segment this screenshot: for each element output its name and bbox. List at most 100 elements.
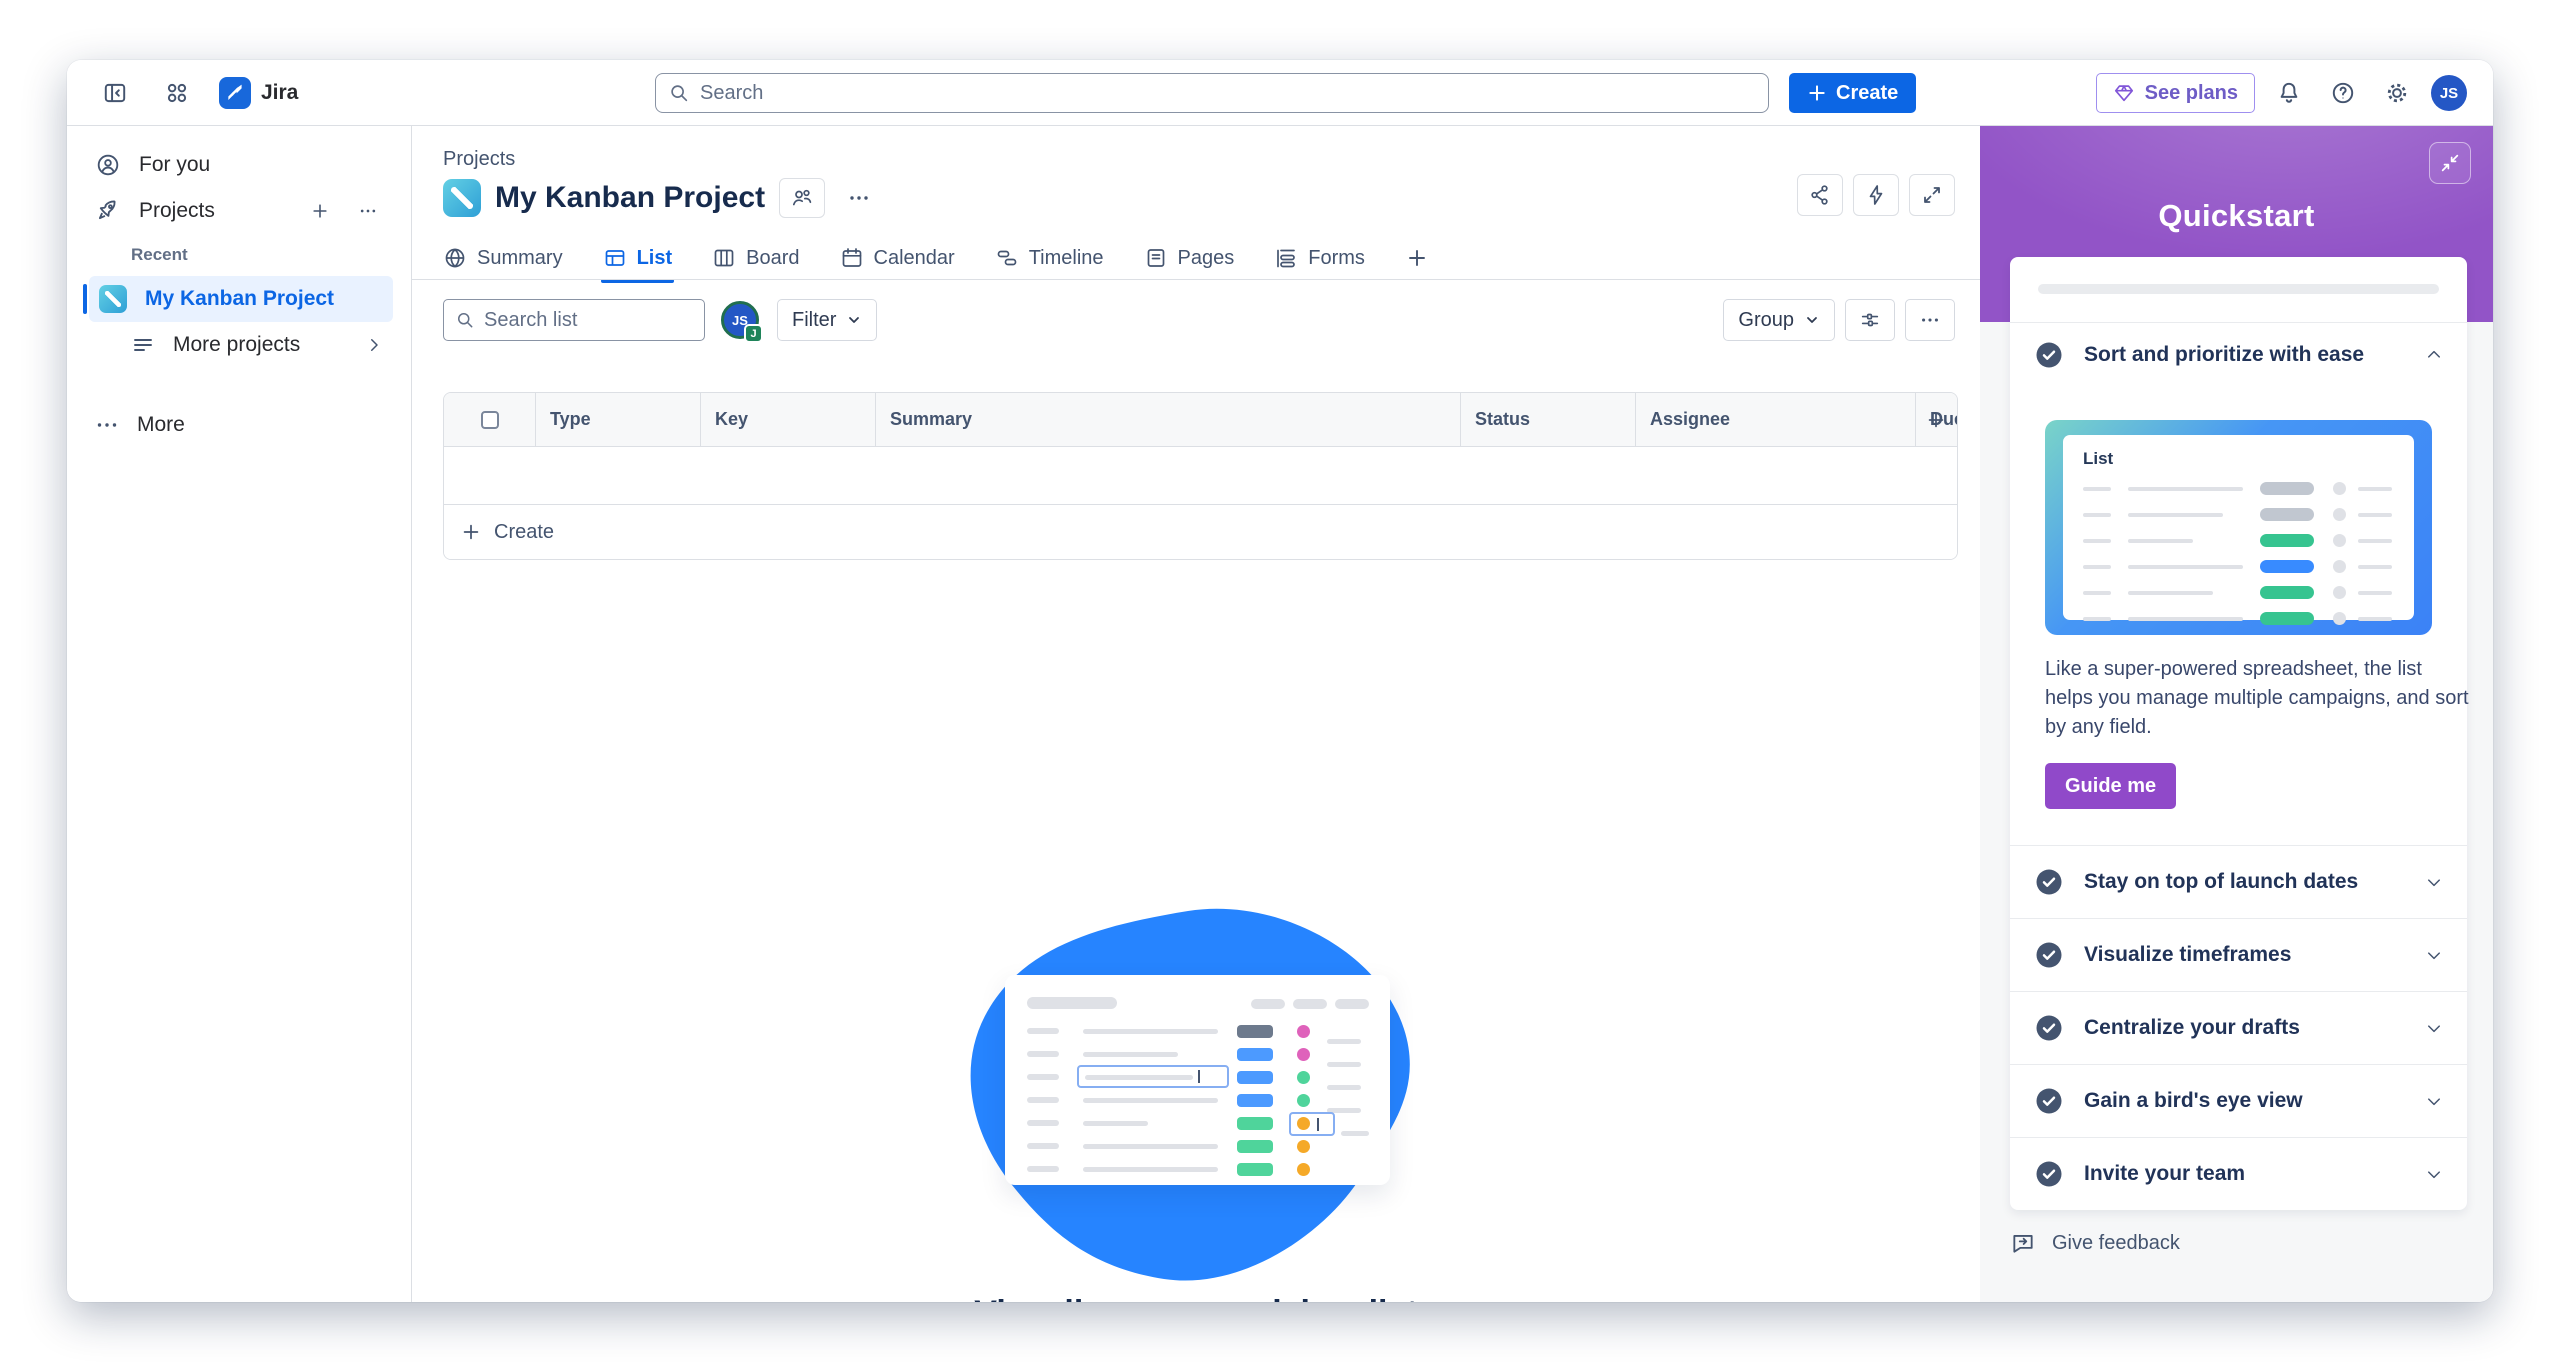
quickstart-section-label: Visualize timeframes (2084, 943, 2405, 967)
lightning-icon (1864, 183, 1888, 207)
chevron-down-icon (2425, 1019, 2443, 1037)
screen: Jira Create See p (0, 0, 2560, 1365)
quickstart-collapse-button[interactable] (2429, 142, 2471, 184)
create-button[interactable]: Create (1789, 73, 1916, 113)
jira-app-window: Jira Create See p (67, 60, 2493, 1302)
forms-icon (1274, 246, 1298, 270)
add-project-button[interactable] (305, 196, 335, 226)
feedback-bubble-icon (2010, 1230, 2036, 1256)
table-create-label: Create (494, 521, 554, 544)
rocket-icon (95, 198, 121, 224)
fullscreen-button[interactable] (1909, 174, 1955, 216)
automation-button[interactable] (1853, 174, 1899, 216)
filter-dropdown[interactable]: Filter (777, 299, 877, 341)
search-icon (455, 310, 475, 330)
list-search-input[interactable] (484, 309, 693, 332)
projects-more-button[interactable] (353, 196, 383, 226)
manage-people-button[interactable] (779, 178, 825, 218)
tab-label: Board (746, 247, 799, 270)
search-icon (668, 82, 690, 104)
tab-board[interactable]: Board (712, 236, 799, 280)
quickstart-panel: Quickstart Sort and prioritize with eas (1980, 126, 2493, 1302)
settings-button[interactable] (2377, 73, 2417, 113)
see-plans-button[interactable]: See plans (2096, 73, 2255, 113)
check-circle-icon (2034, 1013, 2064, 1043)
illustration-list-card (1005, 975, 1390, 1185)
list-illustration-card: List (2063, 435, 2414, 620)
sidebar-item-more-projects[interactable]: More projects (85, 322, 393, 368)
sidebar-item-projects[interactable]: Projects (85, 188, 393, 234)
plus-icon (1807, 83, 1827, 103)
list-more-button[interactable] (1905, 299, 1955, 341)
tab-label: Calendar (874, 247, 955, 270)
list-lines-icon (131, 333, 155, 357)
app-switcher-button[interactable] (157, 73, 197, 113)
chevron-right-icon (365, 336, 383, 354)
tab-label: List (637, 247, 673, 270)
project-avatar-icon (99, 285, 127, 313)
group-label: Group (1738, 309, 1794, 332)
quickstart-section-invite-team[interactable]: Invite your team (2010, 1137, 2467, 1210)
quickstart-section-label: Centralize your drafts (2084, 1016, 2405, 1040)
chevron-down-icon (2425, 1092, 2443, 1110)
select-all-checkbox[interactable] (481, 411, 499, 429)
tabs-divider (412, 279, 1980, 280)
tab-list[interactable]: List (603, 236, 673, 280)
column-header-assignee[interactable]: Assignee (1636, 393, 1916, 446)
sidebar-item-label: More (137, 413, 185, 437)
quickstart-section-description: Like a super-powered spreadsheet, the li… (2045, 655, 2470, 742)
quickstart-section-drafts[interactable]: Centralize your drafts (2010, 991, 2467, 1064)
tab-summary[interactable]: Summary (443, 236, 563, 280)
notifications-button[interactable] (2269, 73, 2309, 113)
ellipsis-icon (95, 413, 119, 437)
global-search[interactable] (655, 73, 1769, 113)
tab-pages[interactable]: Pages (1144, 236, 1235, 280)
pages-icon (1144, 246, 1168, 270)
collapse-sidebar-button[interactable] (95, 73, 135, 113)
tab-forms[interactable]: Forms (1274, 236, 1365, 280)
quickstart-section-timeframes[interactable]: Visualize timeframes (2010, 918, 2467, 991)
chevron-down-icon (2425, 1165, 2443, 1183)
guide-me-button[interactable]: Guide me (2045, 763, 2176, 809)
table-create-row[interactable]: Create (444, 505, 1957, 559)
view-settings-button[interactable] (1845, 299, 1895, 341)
add-column-button[interactable] (1919, 393, 1953, 447)
project-more-button[interactable] (839, 178, 879, 218)
sidebar-item-more[interactable]: More (85, 402, 393, 448)
jira-home-link[interactable]: Jira (219, 77, 298, 109)
column-header-summary[interactable]: Summary (876, 393, 1461, 446)
global-search-input[interactable] (700, 82, 1756, 105)
chevron-down-icon (2425, 946, 2443, 964)
quickstart-section-sort[interactable]: Sort and prioritize with ease (2010, 322, 2467, 388)
sidebar-item-for-you[interactable]: For you (85, 142, 393, 188)
tab-timeline[interactable]: Timeline (995, 236, 1104, 280)
breadcrumb[interactable]: Projects (443, 148, 515, 171)
sidebar-item-my-kanban-project[interactable]: My Kanban Project (89, 276, 393, 322)
user-avatar[interactable]: JS (2431, 75, 2467, 111)
filter-label: Filter (792, 309, 836, 332)
help-button[interactable] (2323, 73, 2363, 113)
give-feedback-button[interactable]: Give feedback (2010, 1230, 2180, 1256)
quickstart-section-birds-eye[interactable]: Gain a bird's eye view (2010, 1064, 2467, 1137)
board-icon (712, 246, 736, 270)
column-header-key[interactable]: Key (701, 393, 876, 446)
quickstart-section-label: Sort and prioritize with ease (2084, 343, 2405, 367)
table-header-row: Type Key Summary Status Assignee Due (444, 393, 1957, 447)
assignee-filter-avatar[interactable]: JS J (721, 301, 759, 339)
list-search[interactable] (443, 299, 705, 341)
column-header-status[interactable]: Status (1461, 393, 1636, 446)
quickstart-section-label: Gain a bird's eye view (2084, 1089, 2405, 1113)
timeline-icon (995, 246, 1019, 270)
share-button[interactable] (1797, 174, 1843, 216)
add-view-button[interactable] (1405, 246, 1429, 270)
see-plans-label: See plans (2145, 82, 2238, 105)
avatar-badge: J (744, 324, 763, 343)
quickstart-section-launch-dates[interactable]: Stay on top of launch dates (2010, 845, 2467, 918)
top-navigation-bar: Jira Create See p (67, 60, 2493, 126)
tab-calendar[interactable]: Calendar (840, 236, 955, 280)
group-dropdown[interactable]: Group (1723, 299, 1835, 341)
column-header-type[interactable]: Type (536, 393, 701, 446)
product-name: Jira (261, 81, 298, 105)
view-tabs: Summary List Board Calendar (443, 236, 1980, 280)
chevron-up-icon (2425, 346, 2443, 364)
